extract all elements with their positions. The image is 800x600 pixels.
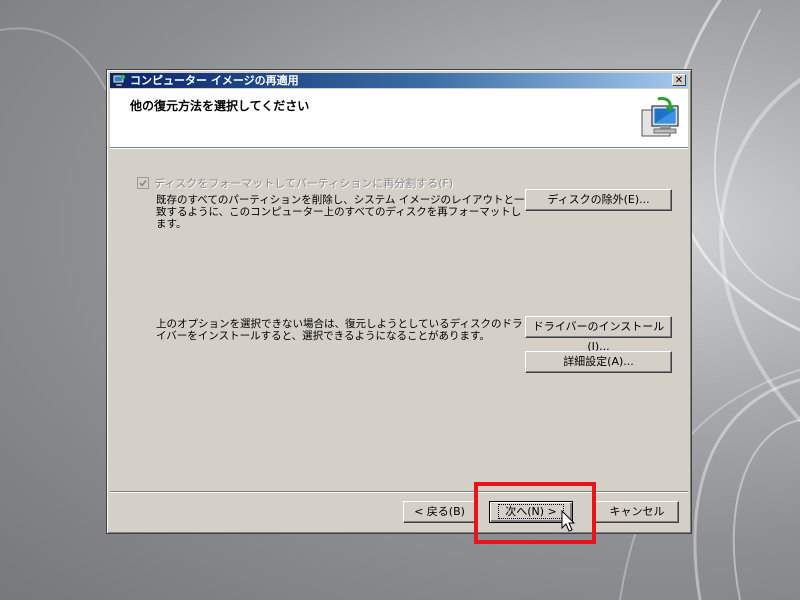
mouse-pointer-icon <box>561 510 576 532</box>
close-icon: ✕ <box>674 75 684 86</box>
format-disks-description: 既存のすべてのパーティションを削除し、システム イメージのレイアウトと一致するよ… <box>156 194 525 230</box>
restore-computer-icon <box>641 97 679 137</box>
page-title: 他の復元方法を選択してください <box>130 99 310 113</box>
close-button[interactable]: ✕ <box>672 74 686 86</box>
computer-icon <box>112 74 126 87</box>
next-button-highlight <box>474 482 596 544</box>
checkmark-icon <box>139 180 147 187</box>
window-title: コンピューター イメージの再適用 <box>130 74 299 87</box>
format-disks-label: ディスクをフォーマットしてパーティションに再分割する(F) <box>154 177 454 190</box>
footer-divider <box>110 491 688 493</box>
title-bar[interactable]: コンピューター イメージの再適用 ✕ <box>110 73 688 88</box>
exclude-disks-button[interactable]: ディスクの除外(E)... <box>525 189 672 211</box>
driver-install-note: 上のオプションを選択できない場合は、復元しようとしているディスクのドライバーをイ… <box>156 318 523 342</box>
cancel-button[interactable]: キャンセル <box>595 501 679 523</box>
advanced-settings-button[interactable]: 詳細設定(A)... <box>525 351 672 373</box>
reimage-dialog: コンピューター イメージの再適用 ✕ 他の復元方法を選択してください ディスクを… <box>106 69 692 534</box>
back-button[interactable]: < 戻る(B) <box>403 501 476 523</box>
install-drivers-button[interactable]: ドライバーのインストール(I)... <box>525 316 672 353</box>
wizard-header: 他の復元方法を選択してください <box>110 89 688 148</box>
format-disks-checkbox[interactable] <box>137 177 149 189</box>
